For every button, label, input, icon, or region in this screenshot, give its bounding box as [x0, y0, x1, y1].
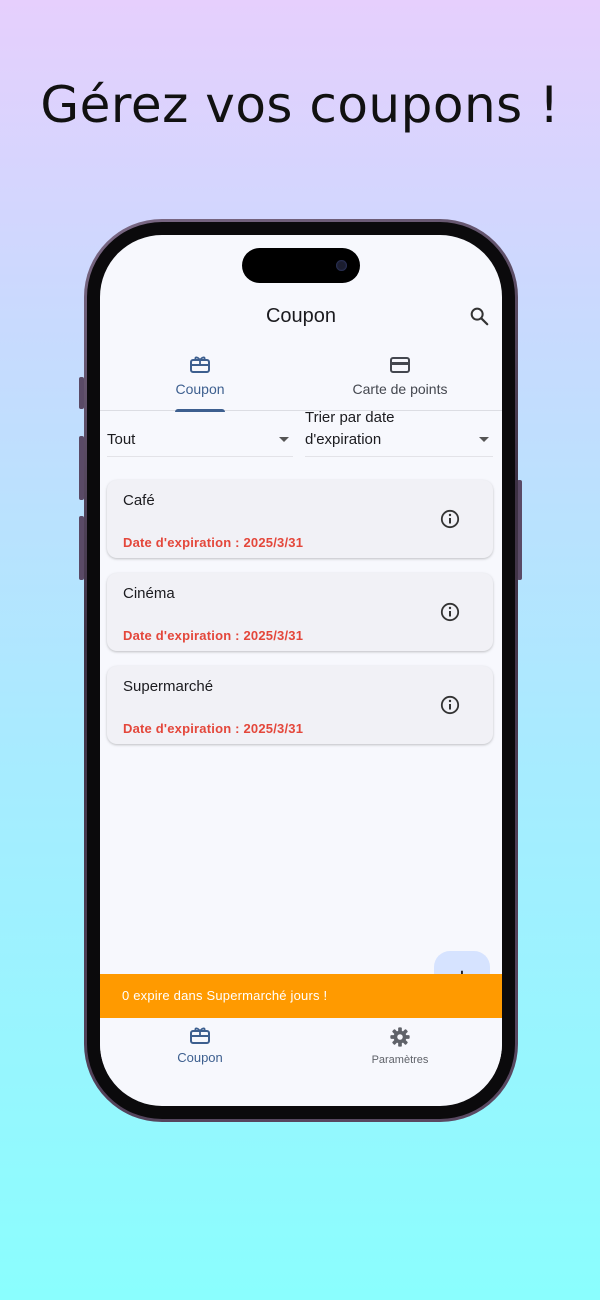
app-bar-title: Coupon	[265, 305, 337, 327]
coupon-expiration: Date d'expiration : 2025/3/31	[123, 628, 304, 643]
sort-dropdown-line1: Trier par date	[305, 409, 395, 426]
coupon-name: Cinéma	[123, 585, 175, 602]
expiration-snackbar: 0 expire dans Supermarché jours !	[100, 974, 502, 1018]
info-icon[interactable]	[440, 602, 460, 622]
app-screen: Coupon Coupon Carte de points Tout Trier…	[100, 235, 502, 1106]
category-dropdown-value: Tout	[107, 431, 136, 448]
gift-card-icon	[190, 1027, 210, 1044]
coupon-name: Supermarché	[123, 678, 214, 695]
nav-item-coupon-label: Coupon	[177, 1050, 223, 1065]
sort-dropdown[interactable]: Trier par date d'expiration	[305, 409, 493, 457]
gear-icon	[390, 1027, 410, 1047]
phone-frame: Coupon Coupon Carte de points Tout Trier…	[84, 219, 518, 1122]
info-icon[interactable]	[440, 509, 460, 529]
tab-bar: Coupon Carte de points	[100, 351, 502, 412]
active-tab-indicator	[175, 409, 225, 412]
nav-item-parametres[interactable]: Paramètres	[300, 1026, 500, 1066]
nav-item-coupon[interactable]: Coupon	[100, 1026, 300, 1065]
nav-item-parametres-label: Paramètres	[371, 1054, 429, 1066]
bottom-navigation: Coupon Paramètres	[100, 1018, 502, 1078]
info-icon[interactable]	[440, 695, 460, 715]
coupon-expiration: Date d'expiration : 2025/3/31	[123, 721, 304, 736]
phone-bezel: Coupon Coupon Carte de points Tout Trier…	[87, 222, 515, 1119]
search-icon[interactable]	[468, 305, 490, 327]
coupon-card[interactable]: Supermarché Date d'expiration : 2025/3/3…	[107, 666, 493, 744]
gift-card-icon	[190, 356, 210, 373]
tab-carte-de-points-label: Carte de points	[352, 381, 448, 397]
sort-dropdown-line2: d'expiration	[305, 431, 382, 448]
filter-bar: Tout Trier par date d'expiration	[107, 409, 493, 457]
tab-coupon-label: Coupon	[175, 381, 225, 397]
dropdown-arrow-icon	[279, 437, 289, 442]
credit-card-icon	[390, 357, 410, 373]
dropdown-arrow-icon	[479, 437, 489, 442]
tab-carte-de-points[interactable]: Carte de points	[300, 351, 500, 411]
promo-headline: Gérez vos coupons !	[40, 76, 560, 134]
coupon-card[interactable]: Café Date d'expiration : 2025/3/31	[107, 480, 493, 558]
coupon-expiration: Date d'expiration : 2025/3/31	[123, 535, 304, 550]
coupon-name: Café	[123, 492, 155, 509]
coupon-card[interactable]: Cinéma Date d'expiration : 2025/3/31	[107, 573, 493, 651]
category-dropdown[interactable]: Tout	[107, 421, 293, 457]
tab-coupon[interactable]: Coupon	[100, 351, 300, 412]
front-camera	[336, 260, 347, 271]
dynamic-island	[242, 248, 360, 283]
